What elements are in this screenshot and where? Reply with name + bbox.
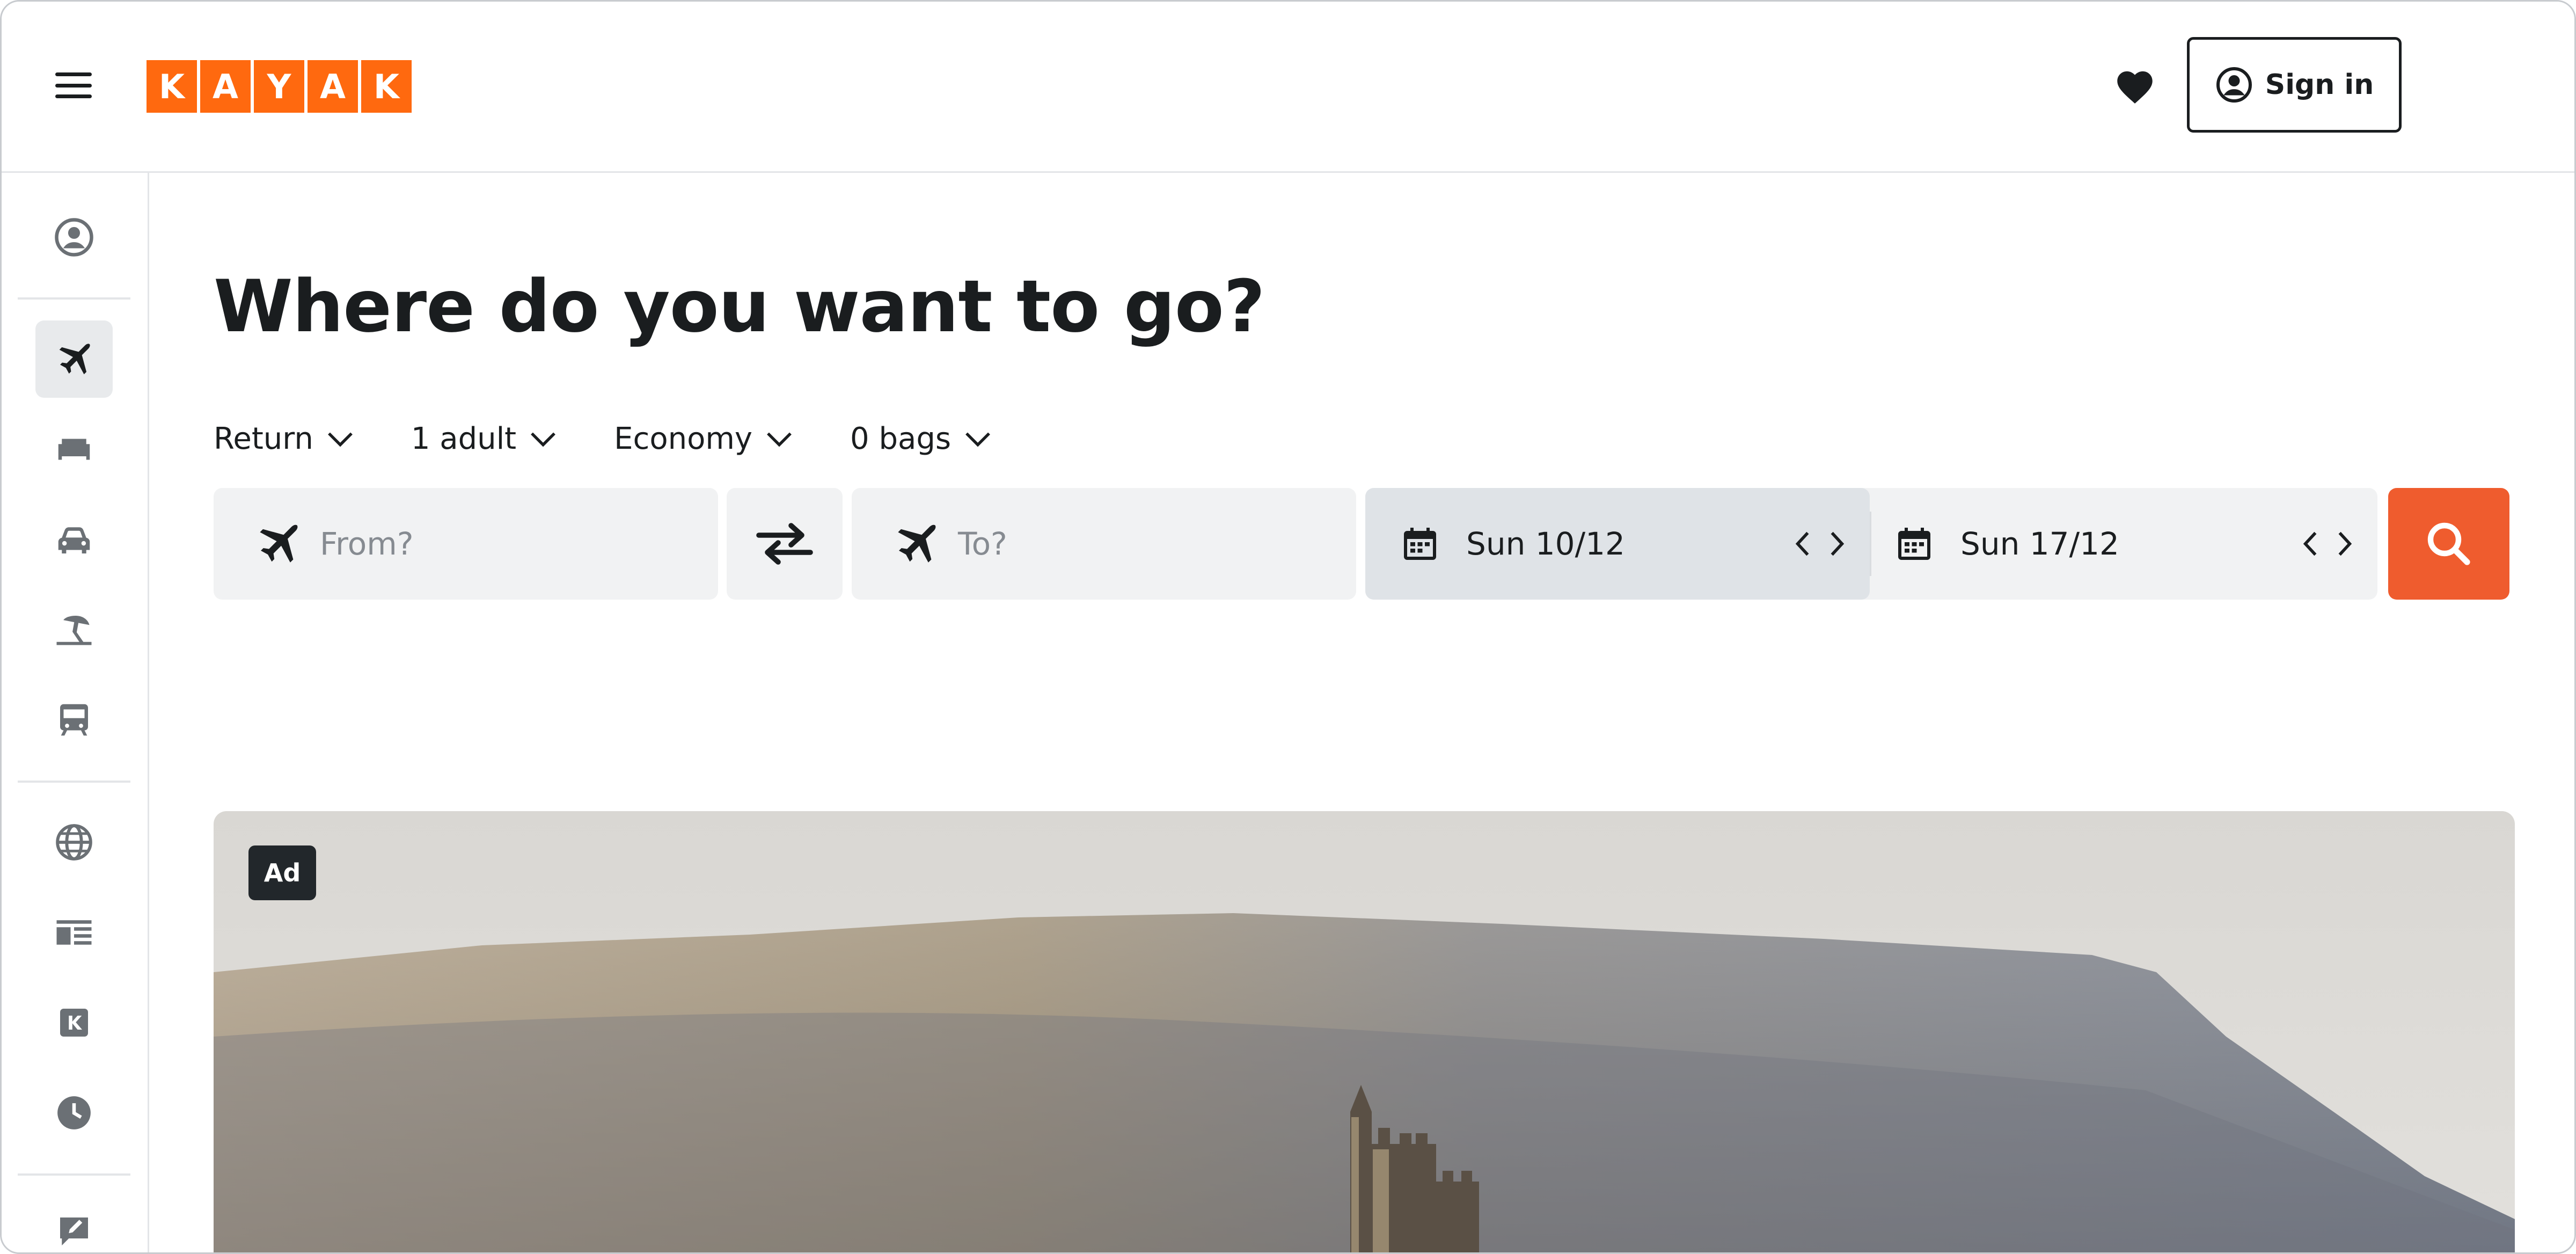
chevron-right-icon[interactable]: [1828, 530, 1846, 557]
return-date: Sun 17/12: [1960, 526, 2119, 562]
sidebar-item-cars[interactable]: [35, 501, 113, 578]
flight-icon: [898, 524, 936, 563]
train-icon: [60, 704, 88, 736]
clock-icon: [57, 1096, 91, 1129]
chevron-down-icon: [531, 432, 556, 447]
beach-icon: [56, 616, 92, 645]
depart-date: Sun 10/12: [1466, 526, 1625, 562]
left-sidebar: [2, 173, 149, 1252]
sidebar-item-account[interactable]: [35, 199, 113, 276]
cabin-class-label: Economy: [614, 421, 753, 456]
bags-label: 0 bags: [850, 421, 952, 456]
kayak-logo[interactable]: K A Y A K: [147, 60, 412, 113]
search-options: Return 1 adult Economy 0 bags: [214, 421, 1049, 456]
search-button[interactable]: [2388, 488, 2509, 600]
date-range-field: Sun 10/12 Sun 17/12: [1365, 488, 2377, 600]
sidebar-item-stays[interactable]: [35, 411, 113, 488]
sidebar-item-feedback[interactable]: [35, 1193, 113, 1252]
sidebar-item-news[interactable]: [35, 894, 113, 971]
browser-frame: K A Y A K Sign in Where do you want to g…: [0, 0, 2576, 1254]
ad-hero-image[interactable]: [214, 811, 2515, 1252]
trip-type-dropdown[interactable]: Return: [214, 421, 353, 456]
logo-letter: A: [308, 60, 358, 113]
sidebar-item-trains[interactable]: [35, 681, 113, 759]
sign-in-button[interactable]: Sign in: [2187, 37, 2402, 133]
globe-icon: [56, 824, 92, 861]
sidebar-divider: [18, 1173, 130, 1176]
news-icon: [56, 920, 92, 945]
menu-icon[interactable]: [55, 72, 92, 98]
chevron-down-icon: [965, 432, 990, 447]
flight-icon: [59, 344, 90, 375]
logo-letter: K: [147, 60, 197, 113]
travellers-label: 1 adult: [411, 421, 517, 456]
heart-icon[interactable]: [2113, 66, 2156, 105]
swap-button[interactable]: [727, 488, 843, 600]
bags-dropdown[interactable]: 0 bags: [850, 421, 991, 456]
page-title: Where do you want to go?: [214, 265, 1265, 348]
sidebar-divider: [18, 297, 130, 300]
from-placeholder: From?: [320, 526, 414, 562]
chevron-left-icon[interactable]: [1794, 530, 1812, 557]
sign-in-label: Sign in: [2265, 69, 2374, 101]
ad-badge: Ad: [248, 845, 316, 900]
trip-type-label: Return: [214, 421, 313, 456]
depart-date-field[interactable]: Sun 10/12: [1365, 488, 1870, 600]
swap-arrows-icon: [756, 523, 813, 565]
user-circle-icon: [2216, 67, 2252, 103]
calendar-icon: [1898, 528, 1930, 560]
travellers-dropdown[interactable]: 1 adult: [411, 421, 556, 456]
sidebar-item-flights[interactable]: [35, 320, 113, 398]
sidebar-item-recent[interactable]: [35, 1074, 113, 1151]
calendar-icon: [1404, 528, 1436, 560]
to-field[interactable]: To?: [852, 488, 1356, 600]
return-date-field[interactable]: Sun 17/12: [1871, 488, 2377, 600]
sidebar-item-kayak[interactable]: [35, 984, 113, 1061]
chevron-left-icon[interactable]: [2301, 530, 2319, 557]
chevron-down-icon: [327, 432, 353, 447]
from-field[interactable]: From?: [214, 488, 718, 600]
flight-icon: [260, 524, 298, 563]
feedback-icon: [60, 1217, 88, 1245]
sidebar-item-packages[interactable]: [35, 591, 113, 668]
landscape-photo: [214, 811, 2515, 1252]
logo-letter: K: [361, 60, 412, 113]
account-icon: [55, 218, 93, 257]
kayak-k-icon: [60, 1009, 88, 1037]
sidebar-item-explore[interactable]: [35, 804, 113, 881]
cabin-class-dropdown[interactable]: Economy: [614, 421, 792, 456]
car-icon: [58, 527, 90, 553]
bed-icon: [58, 439, 90, 460]
sidebar-divider: [18, 781, 130, 783]
search-icon: [2427, 522, 2470, 565]
logo-letter: Y: [254, 60, 304, 113]
top-header: K A Y A K Sign in: [2, 2, 2574, 173]
logo-letter: A: [200, 60, 251, 113]
chevron-right-icon[interactable]: [2336, 530, 2354, 557]
chevron-down-icon: [767, 432, 792, 447]
to-placeholder: To?: [958, 526, 1007, 562]
